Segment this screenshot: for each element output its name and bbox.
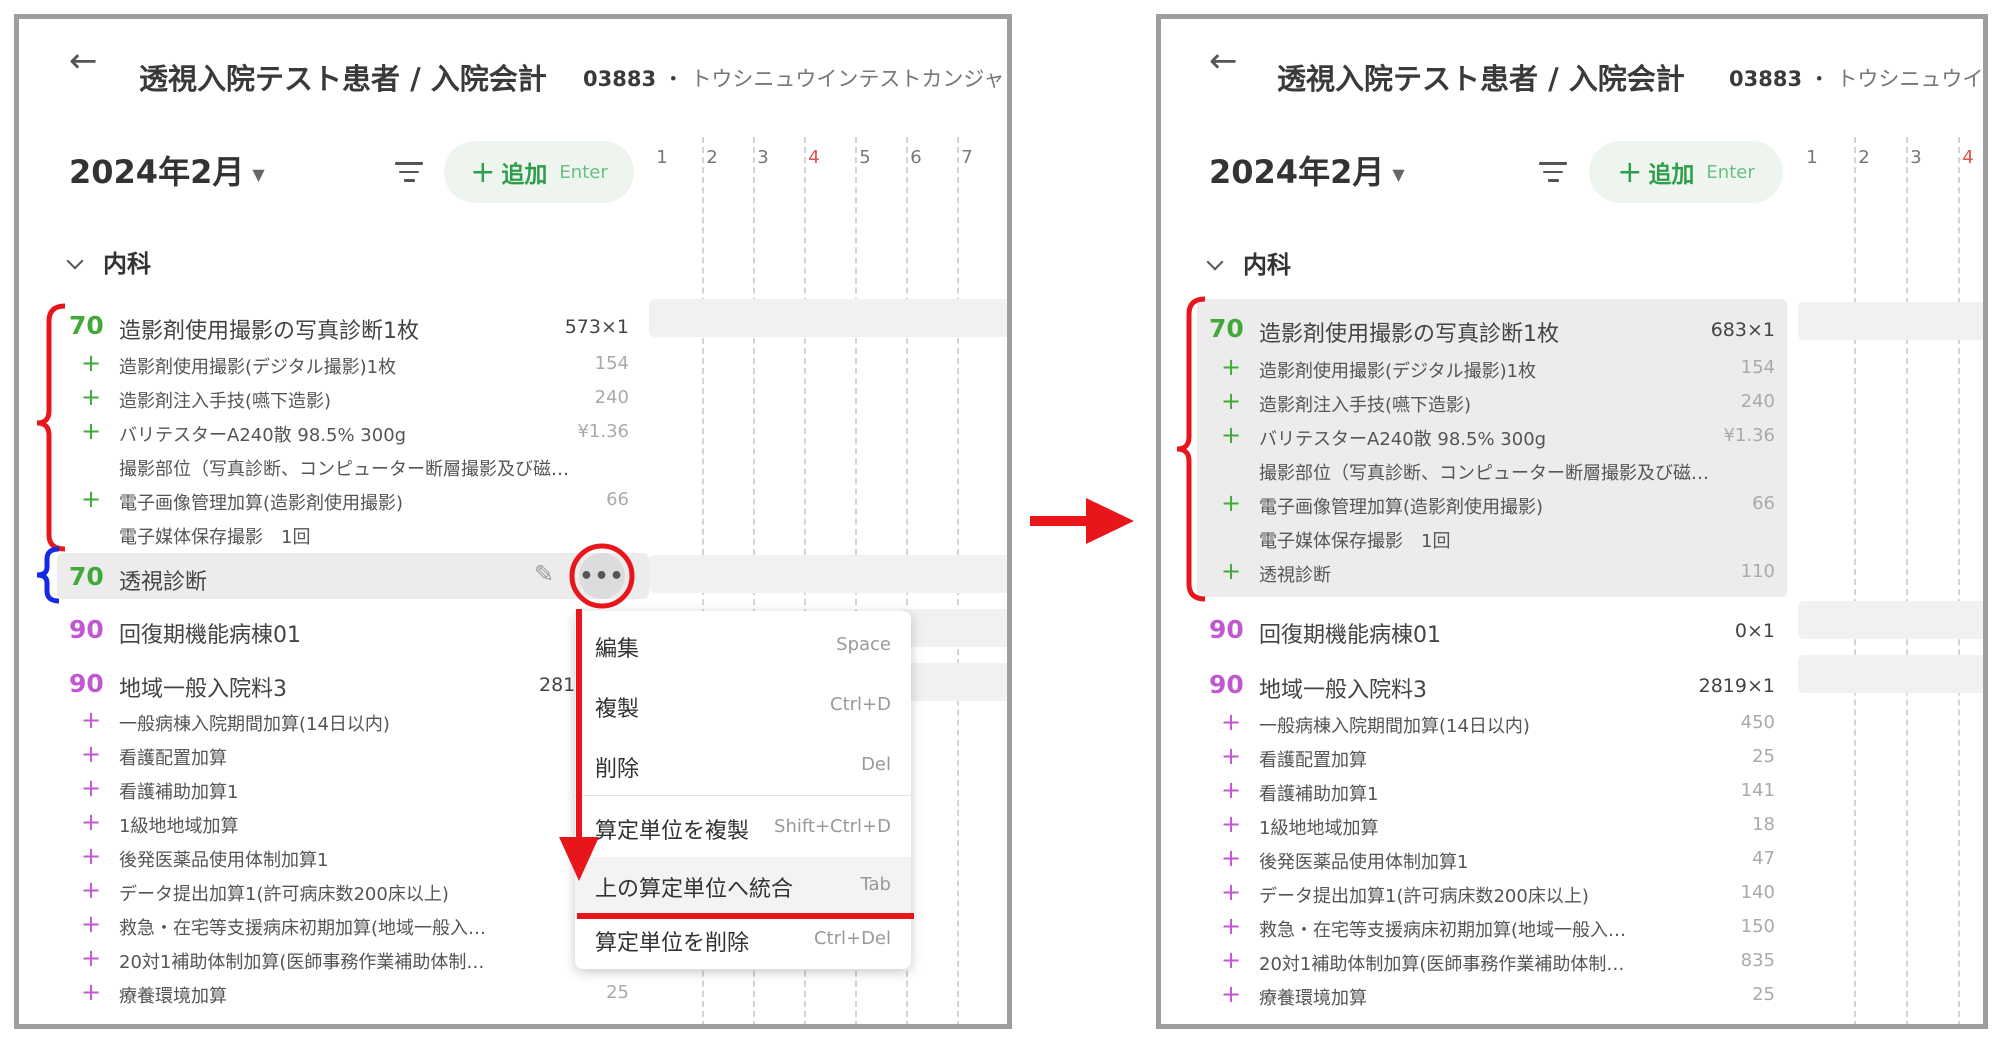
red-brace [1176, 296, 1206, 602]
red-brace [36, 303, 66, 552]
right-arrow-icon [1030, 498, 1134, 544]
after-screenshot-panel: ← 透視入院テスト患者 / 入院会計 03883 ・ トウシニュウイン 2024… [1156, 14, 1988, 1029]
red-arrow-head [559, 837, 599, 881]
annotation-overlay [1176, 296, 1206, 602]
annotation-overlay [36, 303, 914, 919]
red-circle-highlight [569, 543, 635, 609]
before-screenshot-panel: ← 透視入院テスト患者 / 入院会計 03883 ・ トウシニュウインテストカン… [14, 14, 1012, 1029]
blue-brace [36, 546, 60, 604]
